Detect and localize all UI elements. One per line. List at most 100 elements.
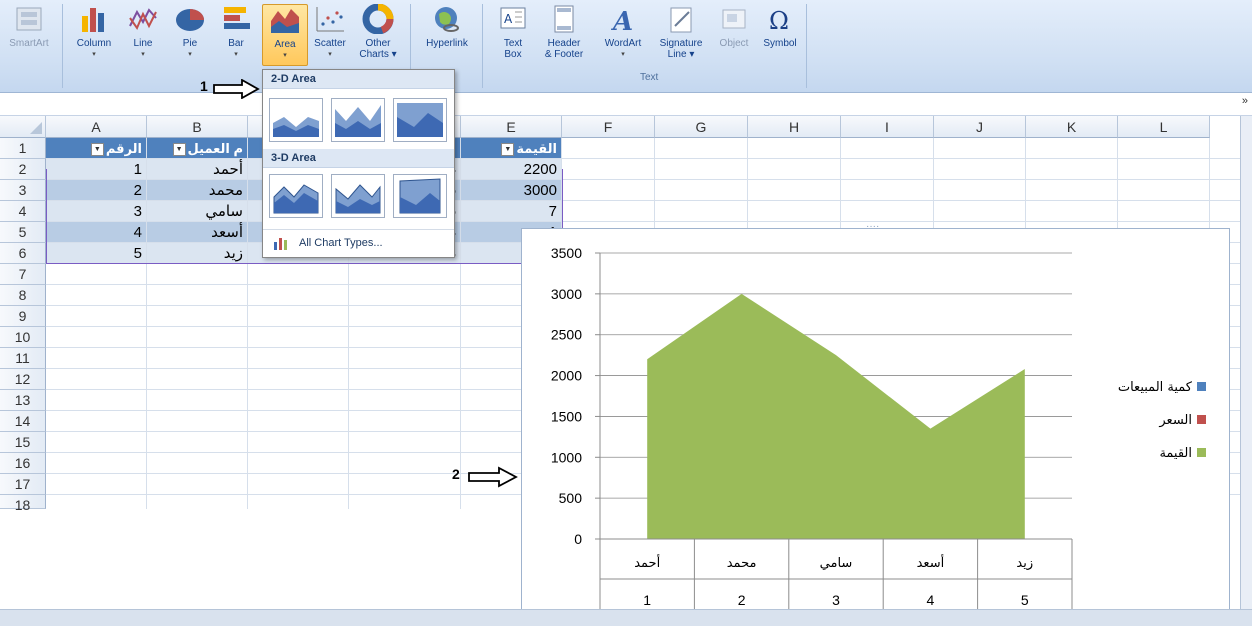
bar-button[interactable]: Bar ▾ [214, 4, 258, 66]
symbol-button[interactable]: Ω Symbol [758, 4, 802, 66]
column-header-e[interactable]: E [461, 116, 562, 138]
table-cell[interactable]: 1 [46, 159, 147, 180]
chart-types-icon [274, 238, 287, 250]
percent-area-chart-option[interactable] [393, 98, 447, 142]
header-text: القيمة [516, 141, 557, 156]
column-header-b[interactable]: B [147, 116, 248, 138]
row-header[interactable]: 9 [0, 306, 46, 327]
table-cell[interactable]: 5 [46, 243, 147, 264]
resize-handle-icon[interactable]: ···· [866, 221, 879, 232]
row-header[interactable]: 7 [0, 264, 46, 285]
header-footer-button[interactable]: Header & Footer [536, 4, 592, 66]
area-chart-option[interactable] [269, 98, 323, 142]
filter-dropdown-icon[interactable]: ▼ [501, 143, 515, 157]
pie-button[interactable]: Pie ▾ [168, 4, 212, 66]
row-header[interactable]: 12 [0, 369, 46, 390]
symbol-label: Symbol [763, 38, 797, 49]
column-button[interactable]: Column ▾ [70, 4, 118, 66]
row-header[interactable]: 13 [0, 390, 46, 411]
formula-bar-strip: » [0, 93, 1252, 116]
scatter-label: Scatter [314, 38, 346, 49]
x-category-number: 3 [832, 592, 840, 608]
insert-ribbon: SmartArt Column ▾ Line ▾ Pie ▾ Bar ▾ Are… [0, 0, 1252, 93]
x-category-number: 4 [927, 592, 935, 608]
area-series-fill[interactable] [647, 293, 1025, 539]
other-charts-button[interactable]: Other Charts ▾ [354, 3, 402, 66]
column-header-g[interactable]: G [655, 116, 748, 138]
column-header-f[interactable]: F [562, 116, 655, 138]
area-chart[interactable]: 0 500 1000 1500 2000 2500 3000 3500 أحمد 1 محمد 2 سا… [521, 221, 1230, 612]
table-cell[interactable]: أسعد [147, 222, 248, 243]
area-button[interactable]: Area ▾ [262, 4, 308, 66]
table-cell[interactable]: زيد [147, 243, 248, 264]
dropdown-arrow: ▾ [234, 51, 238, 58]
y-tick-label: 3000 [551, 286, 582, 302]
3d-stacked-area-option[interactable] [331, 174, 385, 218]
row-header[interactable]: 18 [0, 495, 46, 513]
globe-link-icon [431, 4, 463, 34]
row-header[interactable]: 2 [0, 159, 46, 180]
signature-line-button[interactable]: Signature Line ▾ [652, 4, 710, 66]
table-cell[interactable]: 3 [46, 201, 147, 222]
table-cell[interactable]: 4 [46, 222, 147, 243]
row-header[interactable]: 4 [0, 201, 46, 222]
table-cell[interactable]: 7 [461, 201, 562, 222]
table-cell[interactable]: 2 [46, 180, 147, 201]
all-chart-types-link[interactable]: All Chart Types... [263, 229, 454, 255]
table-header-cell[interactable]: ▼ الرقم [46, 138, 147, 159]
signature-line-label: Signature Line ▾ [659, 38, 703, 60]
column-header-a[interactable]: A [46, 116, 147, 138]
select-all-corner[interactable] [0, 116, 46, 138]
horizontal-scrollbar[interactable] [0, 609, 1252, 626]
row-header[interactable]: 17 [0, 474, 46, 495]
row-header[interactable]: 5 [0, 222, 46, 243]
table-cell[interactable]: أحمد [147, 159, 248, 180]
filter-dropdown-icon[interactable]: ▼ [90, 143, 104, 157]
header-text: م العميل [187, 141, 243, 156]
table-cell[interactable]: 2200 [461, 159, 562, 180]
gridline [654, 138, 655, 228]
vertical-scrollbar[interactable] [1240, 116, 1252, 609]
text-box-label: Text Box [503, 38, 523, 60]
x-category-number: 1 [643, 592, 651, 608]
column-header-l[interactable]: L [1118, 116, 1210, 138]
row-header[interactable]: 8 [0, 285, 46, 306]
pie-chart-icon [174, 4, 206, 34]
hyperlink-label: Hyperlink [426, 38, 468, 49]
row-header[interactable]: 1 [0, 138, 46, 159]
table-header-cell[interactable]: ▼ م العميل [147, 138, 248, 159]
row-header[interactable]: 15 [0, 432, 46, 453]
column-header-h[interactable]: H [748, 116, 841, 138]
text-box-icon: A [497, 4, 529, 34]
row-header[interactable]: 14 [0, 411, 46, 432]
stacked-area-chart-option[interactable] [331, 98, 385, 142]
area-chart-icon [269, 5, 301, 35]
column-header-i[interactable]: I [841, 116, 934, 138]
hyperlink-button[interactable]: Hyperlink [418, 4, 476, 66]
table-cell[interactable]: محمد [147, 180, 248, 201]
3d-area-chart-option[interactable] [269, 174, 323, 218]
row-header[interactable]: 6 [0, 243, 46, 264]
row-header[interactable]: 16 [0, 453, 46, 474]
y-tick-label: 2500 [551, 327, 582, 343]
3d-percent-area-option[interactable] [393, 174, 447, 218]
wordart-label: WordArt [604, 38, 642, 49]
table-cell[interactable]: سامي [147, 201, 248, 222]
table-cell[interactable]: 3000 [461, 180, 562, 201]
object-button[interactable]: Object [712, 4, 756, 66]
line-button[interactable]: Line ▾ [122, 4, 164, 66]
column-header-k[interactable]: K [1026, 116, 1118, 138]
collapse-chevron-icon[interactable]: » [1242, 95, 1248, 107]
legend-swatch [1197, 415, 1206, 424]
row-header[interactable]: 10 [0, 327, 46, 348]
column-header-j[interactable]: J [934, 116, 1026, 138]
legend-entry: القيمة [1159, 446, 1192, 461]
text-box-button[interactable]: A Text Box [494, 4, 532, 66]
filter-dropdown-icon[interactable]: ▼ [172, 143, 186, 157]
scatter-button[interactable]: Scatter ▾ [308, 4, 352, 66]
row-header[interactable]: 11 [0, 348, 46, 369]
table-header-cell[interactable]: ▼ القيمة [461, 138, 562, 159]
wordart-button[interactable]: A WordArt ▾ [596, 4, 650, 66]
smartart-button[interactable]: SmartArt [2, 4, 56, 66]
row-header[interactable]: 3 [0, 180, 46, 201]
